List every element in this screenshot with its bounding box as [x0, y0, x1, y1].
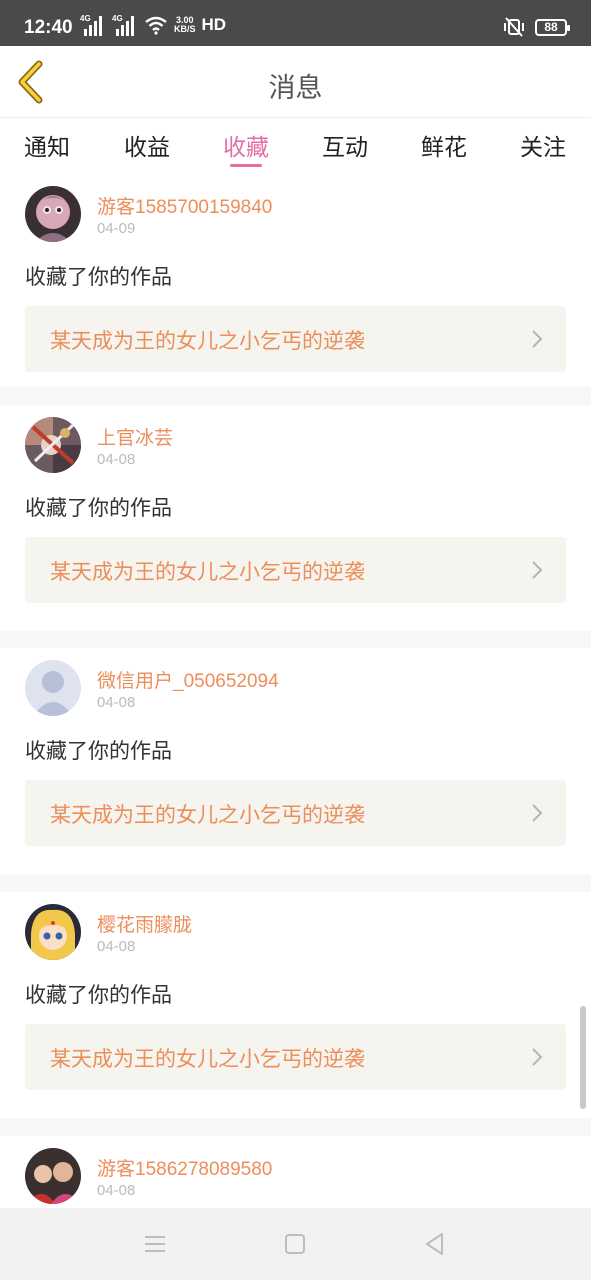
tab-interactions[interactable]: 互动	[315, 128, 375, 162]
tab-bar: 通知 收益 收藏 互动 鲜花 关注	[0, 118, 591, 174]
chevron-right-icon	[532, 330, 543, 348]
scrollbar[interactable]	[580, 1006, 586, 1109]
network-type-1: 4G	[80, 14, 91, 23]
photo-avatar[interactable]	[25, 1148, 81, 1204]
wifi-icon	[145, 16, 167, 35]
page-title: 消息	[268, 73, 323, 104]
active-tab-indicator	[230, 164, 262, 167]
hd-indicator: HD	[201, 15, 227, 34]
message-card: 樱花雨朦胧 04-08 收藏了你的作品 某天成为王的女儿之小乞丐的逆袭	[0, 892, 591, 1118]
work-link[interactable]: 某天成为王的女儿之小乞丐的逆袭	[25, 537, 566, 603]
network-speed: 3.00 KB/S	[174, 16, 196, 34]
message-date: 04-08	[97, 451, 136, 468]
message-card: 微信用户_050652094 04-08 收藏了你的作品 某天成为王的女儿之小乞…	[0, 648, 591, 875]
message-card: 游客1586278089580 04-08	[0, 1136, 591, 1208]
back-triangle-icon[interactable]	[421, 1230, 449, 1258]
home-icon[interactable]	[281, 1230, 309, 1258]
status-time: 12:40	[24, 17, 73, 38]
user-name[interactable]: 游客1585700159840	[97, 192, 272, 219]
message-card: 游客1585700159840 04-09 收藏了你的作品 某天成为王的女儿之小…	[0, 174, 591, 387]
message-list[interactable]: 游客1585700159840 04-09 收藏了你的作品 某天成为王的女儿之小…	[0, 174, 591, 1208]
battery-icon: 88	[535, 18, 570, 36]
tab-follows[interactable]: 关注	[513, 128, 573, 162]
chevron-right-icon	[532, 1048, 543, 1066]
message-date: 04-09	[97, 220, 136, 237]
message-action: 收藏了你的作品	[25, 496, 172, 520]
tab-flowers[interactable]: 鲜花	[414, 128, 474, 162]
message-action: 收藏了你的作品	[25, 739, 172, 763]
chevron-right-icon	[532, 561, 543, 579]
message-card: 上官冰芸 04-08 收藏了你的作品 某天成为王的女儿之小乞丐的逆袭	[0, 405, 591, 631]
menu-icon[interactable]	[141, 1230, 169, 1258]
default-user-avatar[interactable]	[25, 660, 81, 716]
status-icons: 4G 4G 3.00 KB/S HD	[80, 14, 226, 36]
work-link[interactable]: 某天成为王的女儿之小乞丐的逆袭	[25, 306, 566, 372]
user-name[interactable]: 樱花雨朦胧	[97, 910, 192, 937]
work-title: 某天成为王的女儿之小乞丐的逆袭	[50, 1047, 365, 1071]
user-name[interactable]: 上官冰芸	[97, 423, 173, 450]
status-right: 88	[503, 17, 570, 37]
navigation-bar	[0, 1208, 591, 1280]
tab-earnings[interactable]: 收益	[117, 128, 177, 162]
work-title: 某天成为王的女儿之小乞丐的逆袭	[50, 329, 365, 353]
status-bar: 12:40 4G 4G 3.00 KB/S HD 88	[0, 0, 591, 46]
message-date: 04-08	[97, 938, 136, 955]
sailor-moon-avatar[interactable]	[25, 904, 81, 960]
header: 消息	[0, 46, 591, 118]
network-type-2: 4G	[112, 14, 123, 23]
anime-collage-avatar[interactable]	[25, 417, 81, 473]
work-title: 某天成为王的女儿之小乞丐的逆袭	[50, 560, 365, 584]
message-action: 收藏了你的作品	[25, 265, 172, 289]
anime-girl-pink-avatar[interactable]	[25, 186, 81, 242]
work-link[interactable]: 某天成为王的女儿之小乞丐的逆袭	[25, 1024, 566, 1090]
signal-icon: 4G	[80, 14, 106, 36]
work-link[interactable]: 某天成为王的女儿之小乞丐的逆袭	[25, 780, 566, 846]
user-name[interactable]: 游客1586278089580	[97, 1154, 272, 1181]
work-title: 某天成为王的女儿之小乞丐的逆袭	[50, 803, 365, 827]
chevron-right-icon	[532, 804, 543, 822]
message-date: 04-08	[97, 1182, 136, 1199]
tab-favorites[interactable]: 收藏	[216, 128, 276, 162]
speed-unit: KB/S	[174, 24, 196, 34]
message-date: 04-08	[97, 694, 136, 711]
signal-icon: 4G	[112, 14, 138, 36]
message-action: 收藏了你的作品	[25, 983, 172, 1007]
tab-notifications[interactable]: 通知	[17, 128, 77, 162]
user-name[interactable]: 微信用户_050652094	[97, 666, 279, 693]
vibrate-mute-icon	[504, 17, 524, 37]
